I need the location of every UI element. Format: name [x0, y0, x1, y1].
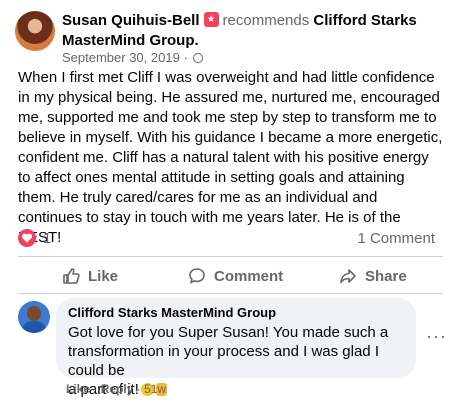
comment-like-link[interactable]: Like [66, 382, 90, 396]
heart-reaction-icon[interactable] [18, 229, 36, 247]
share-icon [340, 269, 356, 284]
reaction-count[interactable]: 1 [43, 230, 51, 247]
comment-count[interactable]: 1 Comment [357, 230, 435, 247]
public-globe-icon [193, 53, 204, 63]
commenter-avatar[interactable] [18, 301, 50, 333]
post-body: When I first met Cliff I was overweight … [18, 69, 443, 246]
comment-line-1: Got love for you Super Susan! You made s… [68, 324, 389, 341]
comment-button[interactable]: Comment [188, 258, 283, 294]
page-name[interactable]: Clifford Starks [313, 12, 416, 29]
post-header: Susan Quihuis-Bell recommends Clifford St… [62, 11, 417, 51]
divider-top [18, 256, 443, 257]
share-label: Share [365, 267, 407, 285]
post-meta: September 30, 2019 · [62, 50, 204, 65]
author-name[interactable]: Susan Quihuis-Bell [62, 12, 200, 29]
recommend-icon [203, 12, 219, 27]
recommends-label: recommends [222, 12, 310, 29]
commenter-name[interactable]: Clifford Starks MasterMind Group [68, 305, 276, 320]
more-options-icon[interactable]: ··· [426, 326, 447, 347]
author-avatar[interactable] [15, 11, 55, 51]
like-button[interactable]: Like [62, 258, 118, 294]
thumbs-up-icon [63, 268, 80, 284]
comment-actions: Like · Reply · 51w [66, 382, 166, 396]
divider-bottom [18, 293, 443, 294]
comment-time[interactable]: 51w [144, 382, 166, 396]
comment-reply-link[interactable]: Reply [101, 382, 134, 396]
post-date[interactable]: September 30, 2019 [62, 50, 180, 65]
like-label: Like [88, 267, 119, 285]
meta-separator: · [183, 50, 188, 65]
comment-line-2: transformation in your process and I was… [68, 343, 379, 379]
comment-sep-2: · [136, 382, 141, 396]
share-button[interactable]: Share [339, 258, 407, 294]
page-name-line2[interactable]: MasterMind Group. [62, 32, 199, 49]
comment-label: Comment [214, 267, 284, 285]
comment-icon [189, 268, 205, 285]
comment-sep-1: · [93, 382, 98, 396]
